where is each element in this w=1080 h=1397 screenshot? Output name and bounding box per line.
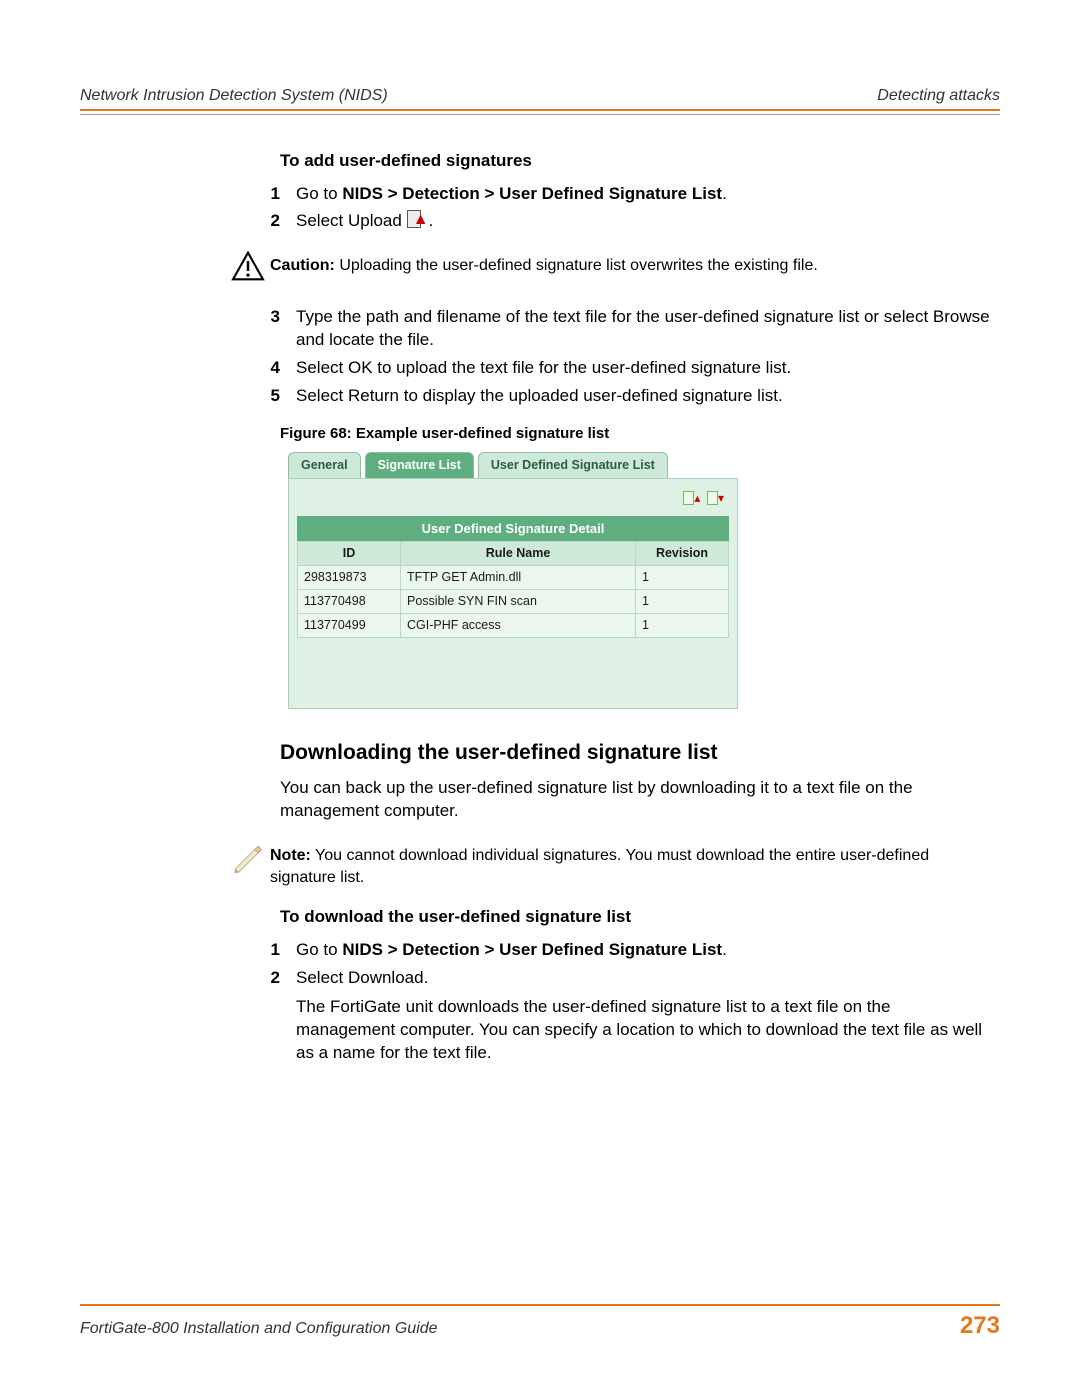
table-row: 298319873 TFTP GET Admin.dll 1 (298, 566, 729, 590)
body-paragraph: You can back up the user-defined signatu… (280, 777, 990, 823)
caution-text: Caution: Uploading the user-defined sign… (270, 251, 990, 277)
col-revision: Revision (636, 542, 729, 566)
procedure-title-download: To download the user-defined signature l… (280, 906, 990, 929)
step-number: 1 (240, 183, 296, 206)
tab-general[interactable]: General (288, 452, 361, 478)
note-icon (225, 841, 270, 882)
step-number: 2 (240, 967, 296, 1079)
table-title: User Defined Signature Detail (297, 516, 729, 542)
section-heading-download: Downloading the user-defined signature l… (280, 739, 990, 767)
step-text: Select Return to display the uploaded us… (296, 385, 990, 408)
signature-table: ID Rule Name Revision 298319873 TFTP GET… (297, 541, 729, 638)
page-number: 273 (960, 1310, 1000, 1342)
col-id: ID (298, 542, 401, 566)
running-head-right: Detecting attacks (877, 85, 1000, 107)
step-number: 5 (240, 385, 296, 408)
figure-caption: Figure 68: Example user-defined signatur… (280, 424, 990, 444)
download-icon[interactable]: ▾ (707, 491, 723, 505)
step-number: 3 (240, 306, 296, 352)
footer-rule-orange (80, 1304, 1000, 1306)
tab-signature-list[interactable]: Signature List (365, 452, 474, 478)
note-text: Note: You cannot download individual sig… (270, 841, 990, 888)
caution-icon (225, 251, 270, 288)
step-text: Go to NIDS > Detection > User Defined Si… (296, 939, 990, 962)
running-head-left: Network Intrusion Detection System (NIDS… (80, 85, 388, 107)
footer-title: FortiGate-800 Installation and Configura… (80, 1318, 438, 1340)
upload-icon: ▲ (407, 210, 429, 230)
header-rule-orange (80, 109, 1000, 111)
header-rule-grey (80, 114, 1000, 115)
step-text: Select OK to upload the text file for th… (296, 357, 990, 380)
step-text: Select Upload ▲. (296, 210, 990, 233)
step-number: 4 (240, 357, 296, 380)
table-row: 113770498 Possible SYN FIN scan 1 (298, 590, 729, 614)
procedure-title-add: To add user-defined signatures (280, 150, 990, 173)
step-text: Type the path and filename of the text f… (296, 306, 990, 352)
tab-user-defined-signature-list[interactable]: User Defined Signature List (478, 452, 668, 478)
step-number: 2 (240, 210, 296, 233)
step-text: Select Download. The FortiGate unit down… (296, 967, 990, 1079)
col-rule-name: Rule Name (401, 542, 636, 566)
upload-icon[interactable]: ▴ (683, 491, 699, 505)
table-row: 113770499 CGI-PHF access 1 (298, 614, 729, 638)
screenshot-embed: General Signature List User Defined Sign… (288, 452, 738, 709)
step-text: Go to NIDS > Detection > User Defined Si… (296, 183, 990, 206)
step-number: 1 (240, 939, 296, 962)
